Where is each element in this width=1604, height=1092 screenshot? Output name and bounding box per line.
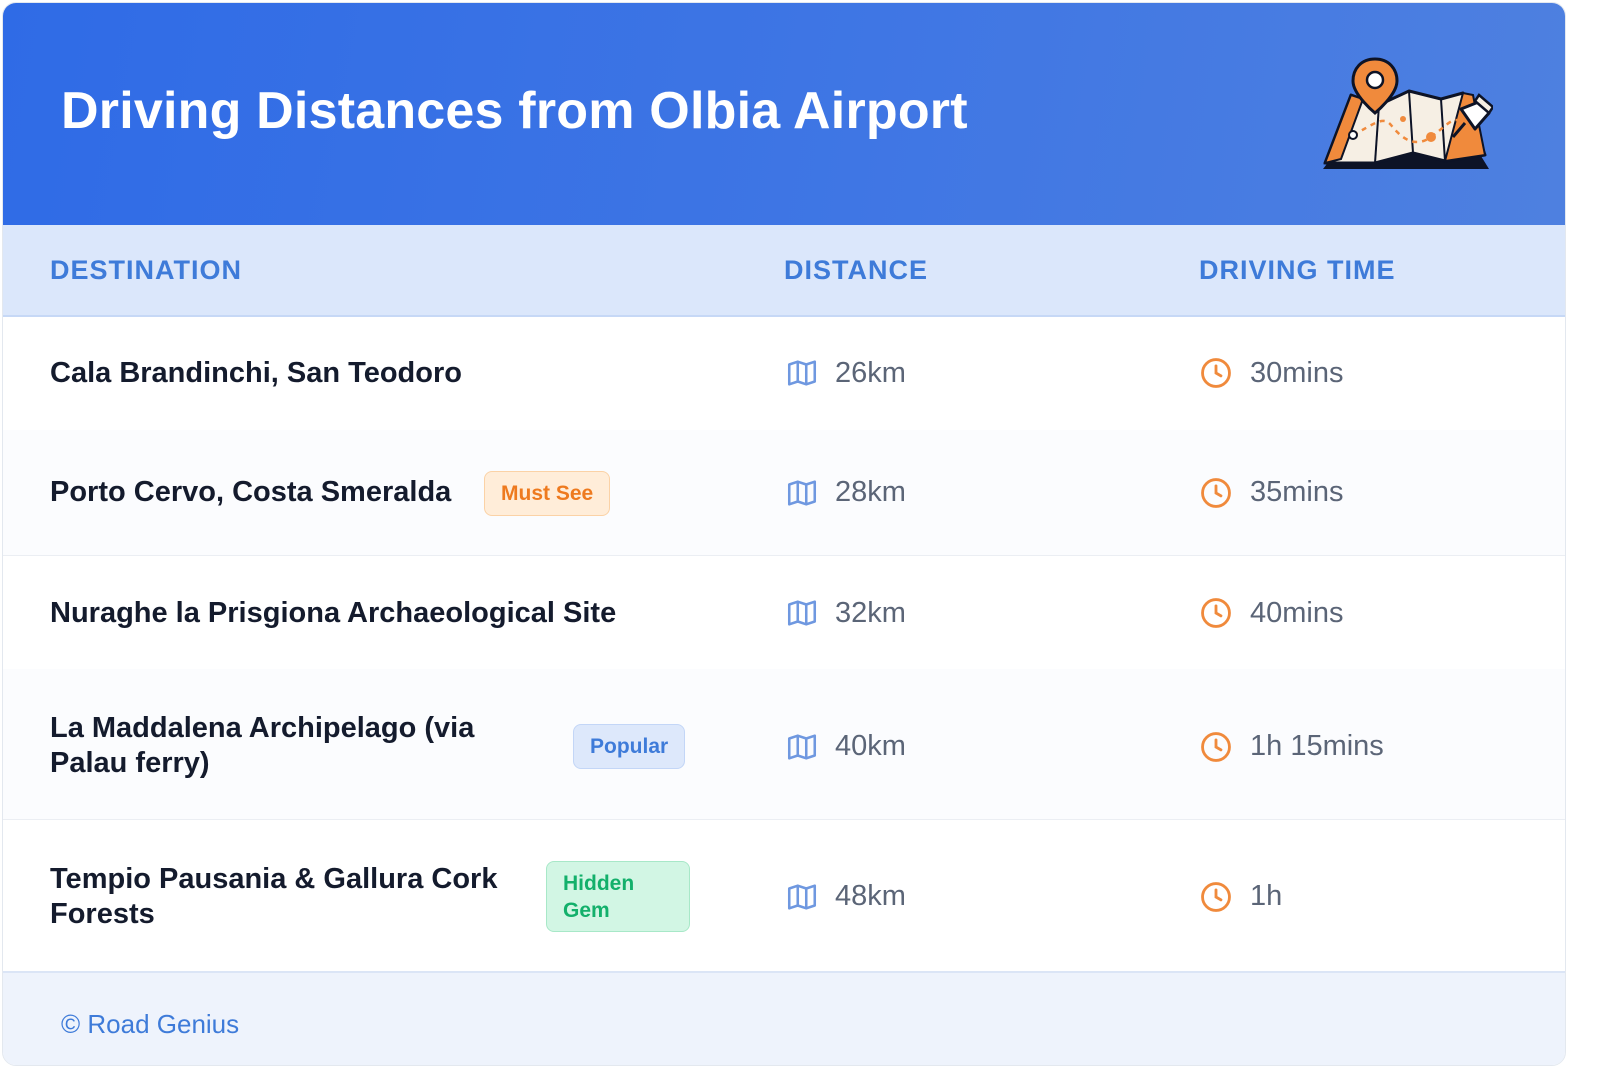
distance-value: 48km [835, 880, 906, 912]
driving-time-value: 1h 15mins [1250, 730, 1384, 762]
table-row: Nuraghe la Prisgiona Archaeological Site… [3, 555, 1565, 670]
card-footer: © Road Genius [3, 971, 1565, 1065]
card-header: Driving Distances from Olbia Airport [3, 3, 1565, 225]
distance-value: 28km [835, 476, 906, 508]
map-icon [787, 480, 817, 506]
table-row: Porto Cervo, Costa Smeralda Must See 28k… [3, 430, 1565, 556]
clock-icon [1201, 478, 1231, 508]
column-header-distance: DISTANCE [784, 255, 929, 285]
driving-time-value: 40mins [1250, 597, 1344, 629]
status-badge-popular: Popular [573, 724, 686, 769]
table-row: La Maddalena Archipelago (via Palau ferr… [3, 669, 1565, 820]
distance-value: 40km [835, 730, 906, 762]
map-with-pins-icon [1323, 57, 1493, 169]
distance-value: 26km [835, 357, 906, 389]
column-header-driving-time: DRIVING TIME [1199, 255, 1396, 285]
column-header-destination: DESTINATION [50, 255, 242, 285]
distance-card: Driving Distances from Olbia Airport DES… [2, 2, 1566, 1066]
destination-name: La Maddalena Archipelago (via Palau ferr… [50, 712, 475, 779]
table-header-row: DESTINATION DISTANCE DRIVING TIME [3, 225, 1565, 317]
driving-time-value: 30mins [1250, 357, 1344, 389]
status-badge-hidden-gem: Hidden Gem [546, 861, 690, 932]
clock-icon [1201, 882, 1231, 912]
table-row: Tempio Pausania & Gallura Cork Forests H… [3, 819, 1565, 971]
map-icon [787, 884, 817, 910]
map-icon [787, 600, 817, 626]
map-icon [787, 360, 817, 386]
destination-name: Tempio Pausania & Gallura Cork Forests [50, 863, 498, 930]
table-row: Cala Brandinchi, San Teodoro 26km 30mins [3, 317, 1565, 431]
clock-icon [1201, 598, 1231, 628]
destination-name: Cala Brandinchi, San Teodoro [50, 357, 462, 389]
driving-time-value: 35mins [1250, 476, 1344, 508]
destination-name: Porto Cervo, Costa Smeralda [50, 476, 452, 508]
footer-credit: © Road Genius [61, 1009, 240, 1039]
driving-time-value: 1h [1250, 880, 1283, 912]
destination-name: Nuraghe la Prisgiona Archaeological Site [50, 597, 617, 629]
clock-icon [1201, 358, 1231, 388]
map-icon [787, 734, 817, 760]
distance-value: 32km [835, 597, 906, 629]
clock-icon [1201, 732, 1231, 762]
status-badge-must-see: Must See [484, 471, 611, 516]
page-title: Driving Distances from Olbia Airport [61, 82, 968, 140]
